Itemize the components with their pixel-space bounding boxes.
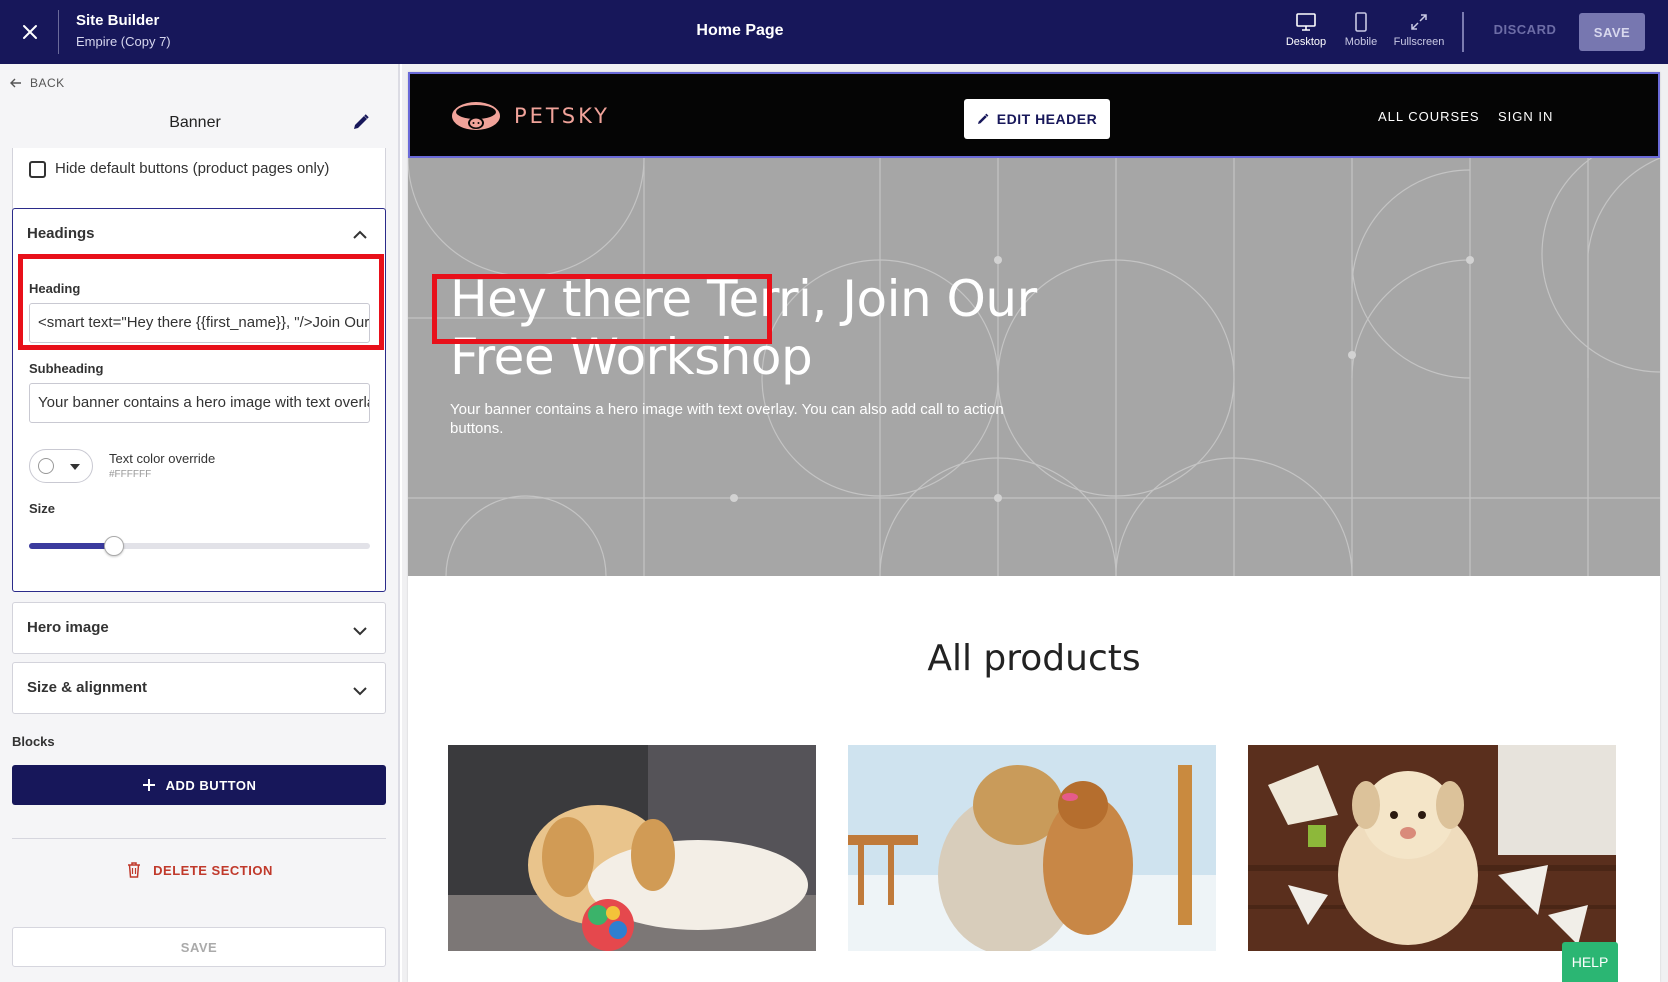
page-title: Home Page bbox=[696, 22, 784, 39]
help-button[interactable]: HELP bbox=[1562, 942, 1618, 982]
color-swatch bbox=[38, 458, 54, 474]
text-color-label: Text color override bbox=[109, 451, 216, 466]
divider bbox=[1462, 12, 1464, 52]
view-fullscreen-label: Fullscreen bbox=[1393, 36, 1445, 48]
text-color-value: #FFFFFF bbox=[109, 469, 152, 480]
highlight-box bbox=[432, 274, 772, 344]
divider bbox=[58, 10, 59, 54]
close-icon[interactable] bbox=[16, 18, 44, 46]
add-button[interactable]: ADD BUTTON bbox=[12, 765, 386, 805]
caret-down-icon bbox=[70, 464, 80, 470]
headings-panel: Headings Heading <smart text="Hey there … bbox=[12, 208, 386, 592]
trash-icon bbox=[128, 862, 141, 878]
page-preview: PETSKY EDIT HEADER ALL COURSES SIGN IN H… bbox=[402, 64, 1668, 982]
size-slider-fill bbox=[29, 543, 115, 549]
site-canvas: PETSKY EDIT HEADER ALL COURSES SIGN IN H… bbox=[408, 72, 1660, 982]
back-label: BACK bbox=[30, 76, 65, 90]
plus-icon bbox=[142, 779, 155, 791]
view-desktop-button[interactable]: Desktop bbox=[1276, 12, 1336, 48]
nav-all-courses[interactable]: ALL COURSES bbox=[1378, 109, 1480, 124]
subheading-input[interactable]: Your banner contains a hero image with t… bbox=[29, 383, 370, 423]
headings-title: Headings bbox=[27, 225, 95, 242]
site-name: Empire (Copy 7) bbox=[76, 34, 171, 49]
collar-logo-icon bbox=[452, 102, 500, 130]
size-slider[interactable] bbox=[29, 536, 370, 556]
size-alignment-label: Size & alignment bbox=[27, 679, 148, 696]
discard-button[interactable]: DISCARD bbox=[1488, 22, 1562, 37]
app-title: Site Builder bbox=[76, 12, 160, 29]
subheading-label: Subheading bbox=[29, 361, 104, 376]
hero-image-label: Hero image bbox=[27, 619, 109, 636]
text-color-picker[interactable] bbox=[29, 449, 93, 483]
add-button-label: ADD BUTTON bbox=[165, 777, 257, 793]
site-header[interactable]: PETSKY EDIT HEADER ALL COURSES SIGN IN bbox=[408, 72, 1660, 158]
mobile-icon bbox=[1355, 12, 1367, 32]
edit-header-button[interactable]: EDIT HEADER bbox=[964, 99, 1110, 139]
section-title: Banner bbox=[169, 114, 221, 131]
edit-header-label: EDIT HEADER bbox=[996, 111, 1098, 127]
hide-default-buttons-checkbox[interactable] bbox=[29, 161, 46, 178]
expand-icon bbox=[1411, 14, 1427, 30]
heading-input[interactable]: <smart text="Hey there {{first_name}}, "… bbox=[29, 303, 370, 343]
hero-banner[interactable]: Hey there Terri, Join Our Free Workshop … bbox=[408, 158, 1660, 576]
back-button[interactable]: BACK bbox=[10, 76, 65, 90]
size-label: Size bbox=[29, 501, 56, 516]
logo-text: PETSKY bbox=[514, 104, 610, 128]
chevron-up-icon[interactable] bbox=[353, 227, 367, 245]
divider bbox=[12, 838, 386, 839]
products-title: All products bbox=[927, 638, 1141, 679]
edit-pencil-icon[interactable] bbox=[352, 113, 370, 136]
chevron-down-icon[interactable] bbox=[353, 683, 367, 701]
product-card-dog-cat[interactable] bbox=[848, 745, 1216, 951]
pencil-icon bbox=[977, 113, 989, 124]
top-bar: Site Builder Empire (Copy 7) Home Page D… bbox=[0, 0, 1668, 64]
product-card-puppy[interactable] bbox=[448, 745, 816, 951]
hide-default-buttons-label: Hide default buttons (product pages only… bbox=[55, 160, 330, 177]
product-image bbox=[448, 745, 816, 951]
view-mobile-button[interactable]: Mobile bbox=[1331, 12, 1391, 48]
hero-subtitle: Your banner contains a hero image with t… bbox=[450, 401, 1004, 437]
view-mobile-label: Mobile bbox=[1344, 36, 1378, 48]
view-fullscreen-button[interactable]: Fullscreen bbox=[1389, 12, 1449, 48]
delete-section-button[interactable]: DELETE SECTION bbox=[0, 862, 398, 878]
sidebar-save-button[interactable]: SAVE bbox=[12, 927, 386, 967]
product-image bbox=[1248, 745, 1616, 951]
hero-image-panel[interactable]: Hero image bbox=[12, 602, 386, 654]
desktop-icon bbox=[1296, 13, 1316, 31]
view-desktop-label: Desktop bbox=[1285, 36, 1327, 48]
chevron-down-icon[interactable] bbox=[353, 623, 367, 641]
save-button[interactable]: SAVE bbox=[1579, 13, 1645, 51]
delete-section-label: DELETE SECTION bbox=[153, 862, 273, 878]
size-alignment-panel[interactable]: Size & alignment bbox=[12, 662, 386, 714]
size-slider-thumb[interactable] bbox=[104, 536, 125, 556]
blocks-label: Blocks bbox=[12, 734, 55, 749]
sidebar: BACK Banner Hide default buttons (produc… bbox=[0, 64, 400, 982]
arrow-left-icon bbox=[10, 78, 21, 88]
site-logo[interactable]: PETSKY bbox=[450, 99, 610, 133]
heading-label: Heading bbox=[29, 281, 81, 296]
nav-sign-in[interactable]: SIGN IN bbox=[1498, 109, 1553, 124]
product-image bbox=[848, 745, 1216, 951]
product-card-dog-mess[interactable] bbox=[1248, 745, 1616, 951]
